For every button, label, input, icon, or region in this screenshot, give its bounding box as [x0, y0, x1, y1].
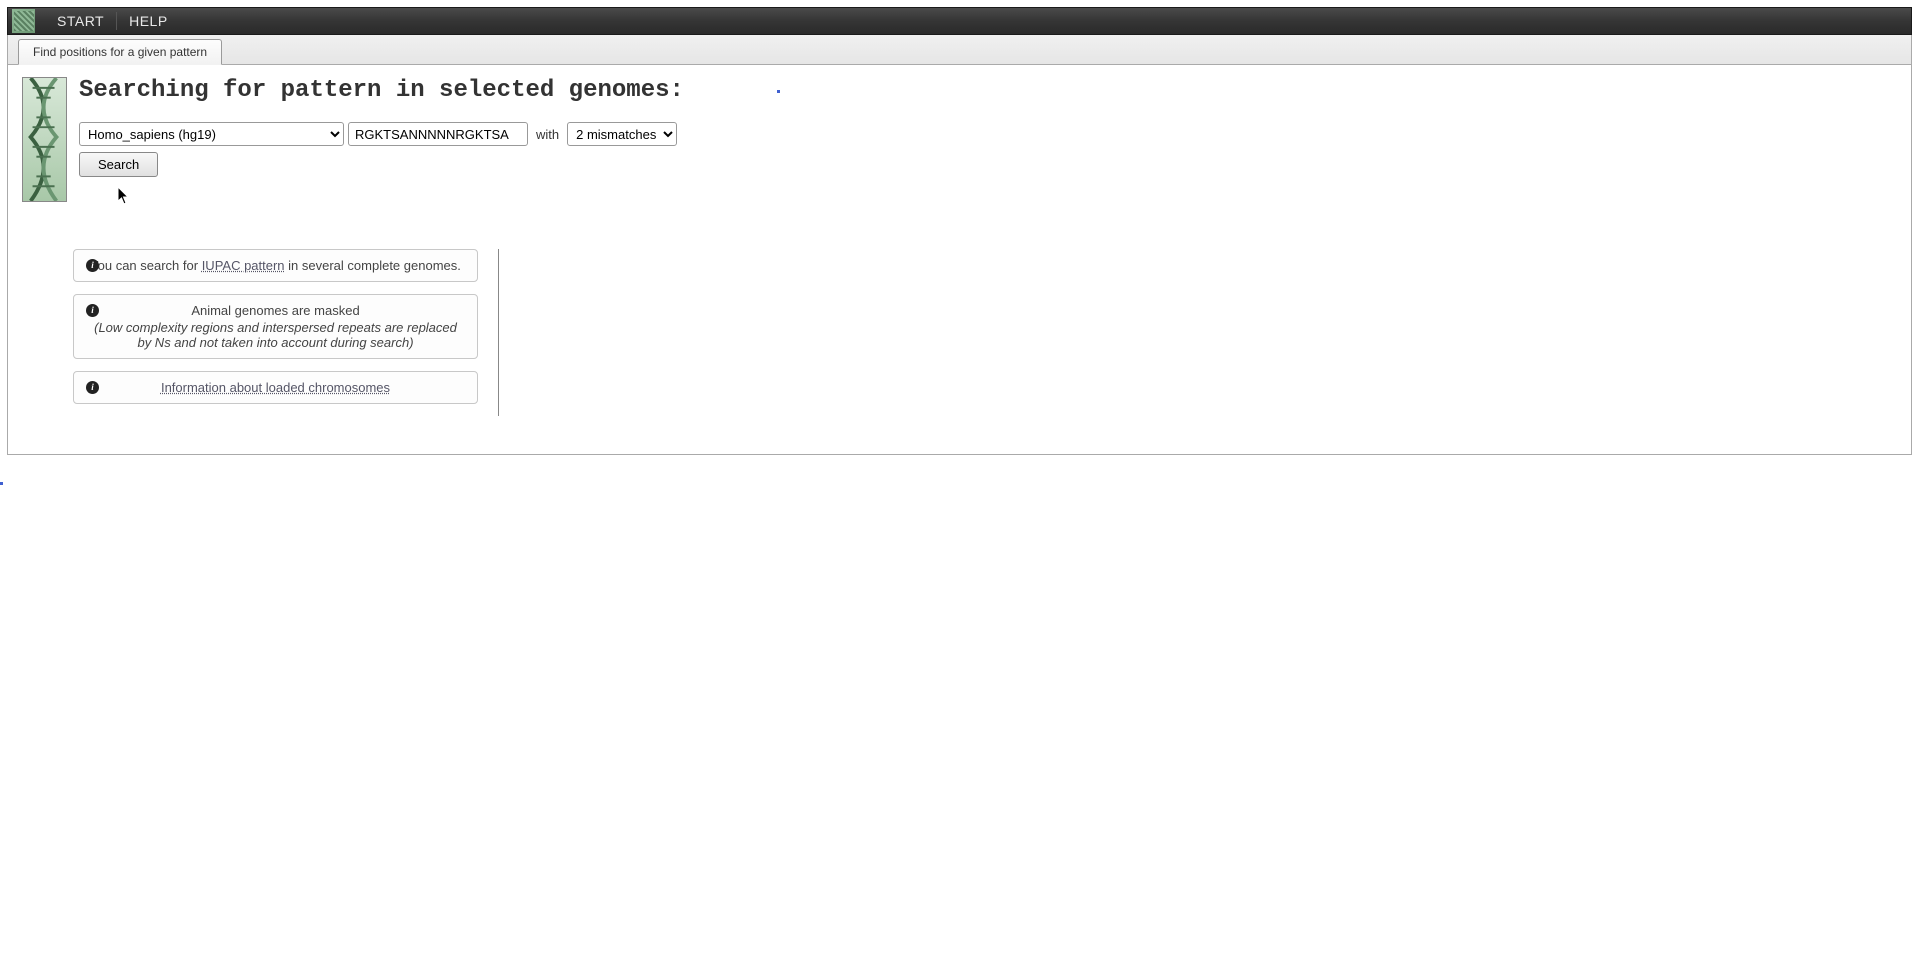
main-content: Searching for pattern in selected genome…	[8, 65, 1911, 214]
chromosomes-info-link[interactable]: Information about loaded chromosomes	[161, 380, 390, 395]
menu-start[interactable]: START	[45, 8, 116, 34]
menu-help[interactable]: HELP	[117, 8, 180, 34]
menubar: START HELP	[7, 7, 1912, 35]
mismatch-select[interactable]: 2 mismatches	[567, 122, 677, 146]
tab-find-positions[interactable]: Find positions for a given pattern	[18, 39, 222, 65]
info-box-masked: i Animal genomes are masked (Low complex…	[73, 294, 478, 359]
info-box-iupac: i You can search for IUPAC pattern in se…	[73, 249, 478, 282]
info-text-post: in several complete genomes.	[285, 258, 461, 273]
genome-select[interactable]: Homo_sapiens (hg19)	[79, 122, 344, 146]
info-icon: i	[86, 304, 99, 317]
search-form-row: Homo_sapiens (hg19) with 2 mismatches	[79, 122, 1897, 146]
marker-dot	[0, 482, 3, 485]
marker-dot	[777, 90, 780, 93]
info-masked-title: Animal genomes are masked	[191, 303, 359, 318]
vertical-divider	[498, 249, 499, 416]
info-icon: i	[86, 259, 99, 272]
info-section: i You can search for IUPAC pattern in se…	[73, 249, 1911, 416]
info-icon: i	[86, 381, 99, 394]
tab-bar: Find positions for a given pattern	[8, 35, 1911, 65]
info-masked-note: (Low complexity regions and interspersed…	[86, 320, 465, 350]
page-title: Searching for pattern in selected genome…	[79, 77, 1897, 104]
pattern-input[interactable]	[348, 122, 528, 146]
info-column: i You can search for IUPAC pattern in se…	[73, 249, 493, 416]
search-panel: Searching for pattern in selected genome…	[79, 77, 1897, 202]
info-box-chromosomes: i Information about loaded chromosomes	[73, 371, 478, 404]
search-button[interactable]: Search	[79, 152, 158, 177]
dna-helix-icon	[22, 77, 67, 202]
info-text-pre: You can search for	[90, 258, 202, 273]
with-label: with	[536, 127, 559, 142]
iupac-pattern-link[interactable]: IUPAC pattern	[202, 258, 285, 273]
content-frame: Find positions for a given pattern	[7, 35, 1912, 455]
app-logo-icon	[12, 9, 35, 33]
